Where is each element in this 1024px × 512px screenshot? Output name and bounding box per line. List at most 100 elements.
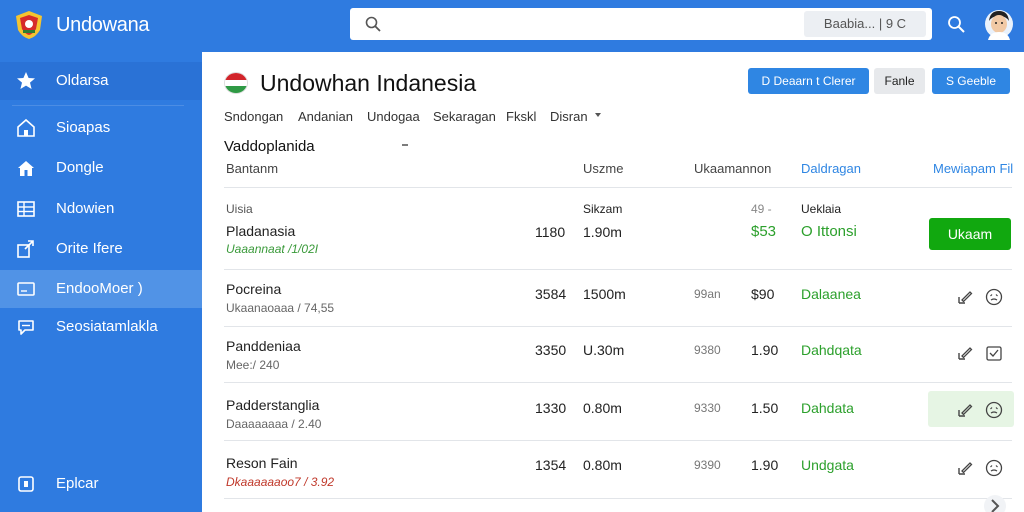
tab-sekaragan[interactable]: Sekaragan: [433, 109, 496, 124]
sidebar-item-ndowien[interactable]: Ndowien: [0, 190, 202, 228]
face-icon[interactable]: [985, 459, 1003, 477]
house-icon: [18, 161, 34, 176]
row-subtitle: Mee:/ 240: [226, 358, 280, 372]
face-icon[interactable]: [985, 401, 1003, 419]
edit-icon[interactable]: [956, 459, 974, 477]
row-name: Panddeniaa: [226, 338, 301, 354]
sidebar-item-label: Dongle: [56, 159, 104, 176]
table-row[interactable]: Padderstanglia Daaaaaaaa / 2.40 1330 0.8…: [202, 383, 1024, 441]
column-header-amount[interactable]: Ukaamannon: [694, 161, 771, 176]
grid-icon: [17, 201, 35, 217]
card-icon: [17, 282, 35, 296]
column-header-status[interactable]: Daldragan: [801, 161, 861, 176]
row-size: 0.80m: [583, 400, 622, 416]
table-row[interactable]: Pocreina Ukaanaoaaa / 74,55 3584 1500m 9…: [202, 270, 1024, 326]
row-status-label: Ueklaia: [801, 202, 842, 216]
sidebar-item-label: Sioapas: [56, 119, 111, 136]
row-name: Reson Fain: [226, 455, 298, 471]
row-amount-label: 49 -: [751, 202, 772, 216]
search-filter-chip[interactable]: Baabia... | 9 C: [804, 11, 926, 37]
app-title[interactable]: Undowana: [56, 14, 150, 37]
chevron-down-icon[interactable]: [594, 111, 602, 119]
tab-undogaa[interactable]: Undogaa: [367, 109, 420, 124]
row-amount: 1.50: [751, 400, 779, 416]
tab-disran[interactable]: Disran: [550, 109, 588, 124]
main-panel: Undowhan Indanesia D Deaarn t Clerer Fan…: [202, 52, 1024, 512]
sidebar-item-oldarsa[interactable]: Oldarsa: [0, 62, 202, 100]
row-quantity: 3584: [535, 286, 567, 302]
table-row[interactable]: Uisia Pladanasia Uaaannaat /1/02I 1180 S…: [202, 188, 1024, 270]
row-amount: $53: [751, 223, 777, 240]
status-badge: Dalaanea: [801, 286, 861, 302]
row-name: Pladanasia: [226, 223, 296, 239]
sidebar-item-label: Eplcar: [56, 475, 99, 492]
sidebar-item-endoomoer[interactable]: EndooMoer ): [0, 270, 202, 308]
logout-icon: [18, 476, 34, 492]
row-amount: 1.90: [751, 342, 779, 358]
app-logo-icon[interactable]: [14, 10, 44, 40]
sidebar-item-label: EndooMoer ): [56, 280, 143, 297]
avatar[interactable]: [984, 8, 1014, 40]
sidebar-item-seosiatamlakla[interactable]: Seosiatamlakla: [0, 308, 202, 346]
sidebar-item-dongle[interactable]: Dongle: [0, 149, 202, 187]
row-amount: $90: [751, 286, 775, 302]
sidebar-item-label: Orite Ifere: [56, 240, 123, 257]
flag-icon: [224, 72, 248, 94]
tab-andanian[interactable]: Andanian: [298, 109, 353, 124]
row-subtitle: Dkaaaaaaoo7 / 3.92: [226, 475, 335, 489]
row-quantity: 1180: [535, 224, 566, 240]
tertiary-button[interactable]: S Geeble: [932, 68, 1010, 94]
row-amount-muted: 99an: [694, 287, 721, 301]
status-badge: Dahdqata: [801, 342, 862, 358]
search-input[interactable]: [388, 8, 808, 40]
row-size: 1.90m: [583, 224, 622, 240]
column-header-name[interactable]: Bantanm: [226, 161, 278, 176]
chevron-right-icon[interactable]: [980, 492, 1010, 512]
sidebar: Oldarsa Sioapas Dongle Ndowien Orite Ife…: [0, 52, 202, 512]
row-amount-muted: 9390: [694, 458, 721, 472]
row-name: Padderstanglia: [226, 397, 320, 413]
edit-icon[interactable]: [956, 288, 974, 306]
search-icon[interactable]: [946, 14, 966, 34]
row-size: U.30m: [583, 342, 625, 358]
sidebar-item-orite-ifere[interactable]: Orite Ifere: [0, 230, 202, 268]
table-row[interactable]: Panddeniaa Mee:/ 240 3350 U.30m 9380 1.9…: [202, 327, 1024, 383]
row-amount-muted: 9380: [694, 343, 721, 357]
sidebar-divider: [12, 105, 184, 106]
row-subtitle: Ukaanaoaaa / 74,55: [226, 301, 335, 315]
row-subtitle: Uaaannaat /1/02I: [226, 242, 319, 256]
sidebar-item-label: Seosiatamlakla: [56, 318, 158, 335]
table-row[interactable]: Reson Fain Dkaaaaaaoo7 / 3.92 1354 0.80m…: [202, 441, 1024, 499]
row-size-label: Sikzam: [583, 202, 623, 216]
sidebar-item-sioapas[interactable]: Sioapas: [0, 109, 202, 147]
row-action-button[interactable]: Ukaam: [929, 218, 1011, 250]
star-icon: [17, 72, 35, 89]
sidebar-item-eplcar[interactable]: Eplcar: [0, 465, 202, 503]
row-size: 1500m: [583, 286, 626, 302]
row-divider: [224, 498, 1012, 499]
tab-fkskl[interactable]: Fkskl: [506, 109, 536, 124]
share-icon: [17, 240, 34, 258]
secondary-button[interactable]: Fanle: [874, 68, 925, 94]
sidebar-item-label: Ndowien: [56, 200, 115, 217]
sidebar-item-label: Oldarsa: [56, 72, 109, 89]
chat-icon: [18, 320, 34, 335]
chevron-down-icon[interactable]: [400, 140, 410, 150]
face-icon[interactable]: [985, 288, 1003, 306]
edit-icon[interactable]: [956, 401, 974, 419]
primary-action-button[interactable]: D Deaarn t Clerer: [748, 68, 869, 94]
status-badge: Undgata: [801, 457, 854, 473]
home-icon: [17, 118, 35, 137]
edit-icon[interactable]: [956, 344, 974, 362]
status-badge: Dahdata: [801, 400, 854, 416]
row-label: Uisia: [226, 202, 253, 216]
tab-sndongan[interactable]: Sndongan: [224, 109, 283, 124]
column-header-size[interactable]: Uszme: [583, 161, 623, 176]
calendar-icon[interactable]: [985, 344, 1003, 362]
column-header-action[interactable]: Mewiapam Fil: [933, 161, 1013, 176]
filter-dropdown[interactable]: Vaddoplanida: [224, 138, 315, 155]
row-amount-muted: 9330: [694, 401, 721, 415]
row-quantity: 1330: [535, 400, 567, 416]
row-amount: 1.90: [751, 457, 779, 473]
search-bar: Baabia... | 9 C: [350, 8, 932, 40]
